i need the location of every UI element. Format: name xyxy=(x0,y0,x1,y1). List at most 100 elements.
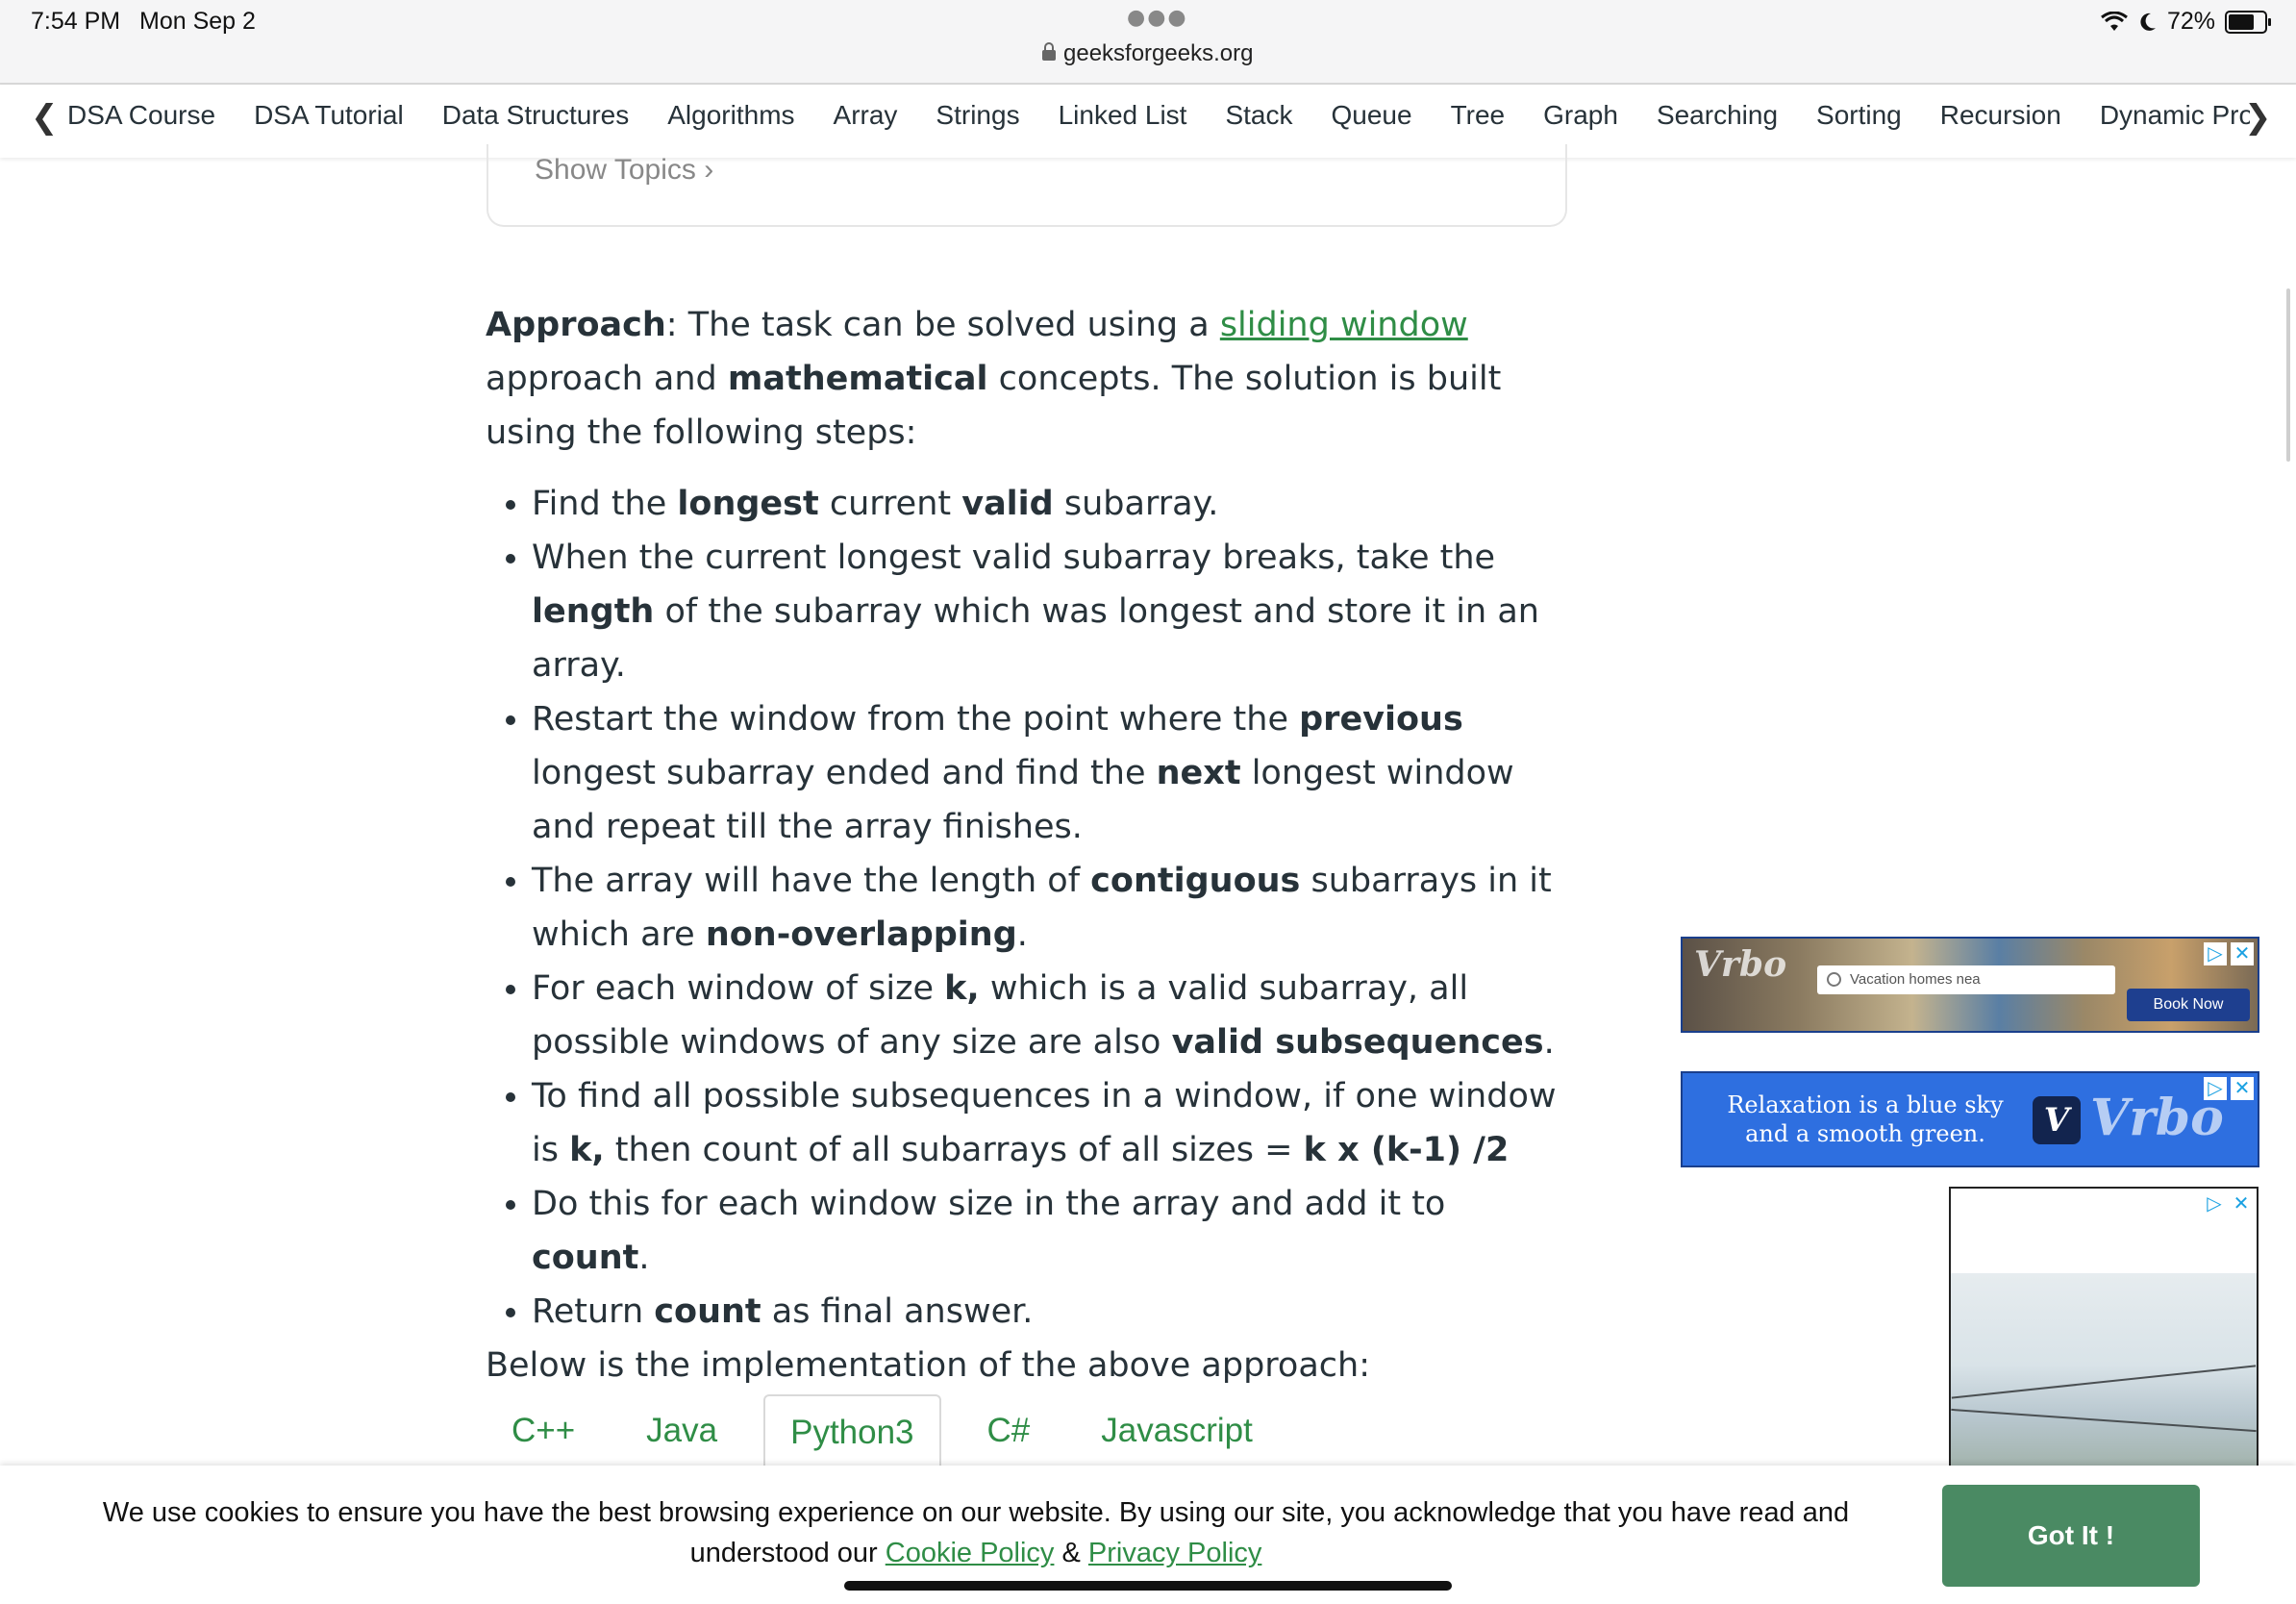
page-scrollbar[interactable] xyxy=(2286,288,2290,462)
step-text: longest subarray ended and find the xyxy=(532,754,1157,792)
tab-cpp[interactable]: C++ xyxy=(487,1394,600,1471)
ad-close-icon[interactable]: ✕ xyxy=(2231,942,2254,965)
step-item: Return count as final answer. xyxy=(532,1285,1572,1339)
nav-item[interactable]: Stack xyxy=(1225,100,1292,131)
tab-csharp[interactable]: C# xyxy=(962,1394,1056,1471)
step-text: of the subarray which was longest and st… xyxy=(532,592,1539,685)
status-date: Mon Sep 2 xyxy=(139,8,256,35)
vrbo-app-icon: V xyxy=(2033,1096,2081,1144)
step-bold: valid xyxy=(961,485,1054,523)
cookie-amp: & xyxy=(1054,1538,1088,1568)
nav-item[interactable]: Dynamic Program xyxy=(2100,100,2250,131)
ad-search-field[interactable]: Vacation homes nea xyxy=(1817,965,2115,994)
battery-icon xyxy=(2225,10,2271,34)
ad-slogan-line: and a smooth green. xyxy=(1745,1120,1985,1147)
step-item: The array will have the length of contig… xyxy=(532,854,1572,962)
wifi-icon xyxy=(2101,11,2128,31)
ad-slogan-line: Relaxation is a blue sky xyxy=(1727,1091,2004,1118)
step-text: Find the xyxy=(532,485,678,523)
step-bold: count xyxy=(654,1292,761,1331)
approach-bold: mathematical xyxy=(727,360,988,398)
step-item: Find the longest current valid subarray. xyxy=(532,477,1572,531)
ad-close-icon[interactable]: ✕ xyxy=(2230,1192,2253,1216)
vrbo-banner-ad[interactable]: Vrbo Vacation homes nea Book Now ▷ ✕ xyxy=(1681,937,2259,1033)
image-ad[interactable]: ▷ ✕ xyxy=(1949,1187,2259,1479)
below-text: Below is the implementation of the above… xyxy=(486,1346,1370,1385)
step-text: as final answer. xyxy=(761,1292,1034,1331)
step-text: then count of all subarrays of all sizes… xyxy=(604,1131,1304,1169)
nav-left-chevron-icon[interactable]: ❮ xyxy=(31,98,59,137)
tab-java[interactable]: Java xyxy=(621,1394,742,1471)
battery-percent: 72% xyxy=(2166,8,2215,35)
step-text: . xyxy=(638,1239,650,1277)
step-item: Do this for each window size in the arra… xyxy=(532,1177,1572,1285)
nav-item[interactable]: Recursion xyxy=(1940,100,2061,131)
step-bold: contiguous xyxy=(1090,862,1301,900)
home-indicator[interactable] xyxy=(844,1581,1452,1591)
step-bold: k x (k-1) /2 xyxy=(1303,1131,1510,1169)
step-bold: k, xyxy=(944,969,980,1008)
nav-item[interactable]: DSA Tutorial xyxy=(254,100,404,131)
article-body: Approach: The task can be solved using a… xyxy=(486,298,1572,1392)
step-text: Do this for each window size in the arra… xyxy=(532,1185,1446,1223)
tab-python3[interactable]: Python3 xyxy=(763,1394,941,1473)
nav-item[interactable]: Data Structures xyxy=(442,100,630,131)
nav-item[interactable]: DSA Course xyxy=(67,100,215,131)
step-item: For each window of size k, which is a va… xyxy=(532,962,1572,1069)
show-topics-label: Show Topics xyxy=(535,154,696,186)
step-item: When the current longest valid subarray … xyxy=(532,531,1572,692)
got-it-button[interactable]: Got It ! xyxy=(1942,1485,2200,1587)
nav-items: DSA Course DSA Tutorial Data Structures Alg… xyxy=(67,100,2250,131)
ad-choices-icon[interactable]: ▷ xyxy=(2204,942,2227,965)
chevron-right-icon: › xyxy=(704,154,714,186)
step-text: subarray. xyxy=(1053,485,1219,523)
nav-item[interactable]: Array xyxy=(834,100,898,131)
step-bold: k, xyxy=(569,1131,605,1169)
ad-slogan: Relaxation is a blue sky and a smooth gre… xyxy=(1721,1090,2009,1148)
step-text: . xyxy=(1016,915,1028,954)
ad-choices-icon[interactable]: ▷ xyxy=(2204,1077,2227,1100)
language-tabs: C++ Java Python3 C# Javascript xyxy=(487,1394,1299,1473)
step-item: To find all possible subsequences in a w… xyxy=(532,1069,1572,1177)
nav-item[interactable]: Tree xyxy=(1451,100,1506,131)
step-bold: non-overlapping xyxy=(705,915,1017,954)
battery-fill xyxy=(2229,13,2254,30)
step-bold: next xyxy=(1156,754,1241,792)
tab-javascript[interactable]: Javascript xyxy=(1076,1394,1278,1471)
approach-label: Approach xyxy=(486,306,666,344)
book-now-button[interactable]: Book Now xyxy=(2127,989,2250,1021)
vrbo-text-ad[interactable]: Relaxation is a blue sky and a smooth gre… xyxy=(1681,1071,2259,1167)
approach-text: approach and xyxy=(486,360,728,398)
nav-right-chevron-icon[interactable]: ❯ xyxy=(2244,98,2272,137)
nav-item[interactable]: Algorithms xyxy=(667,100,794,131)
more-dots-icon[interactable]: ●●● xyxy=(1127,6,1188,30)
step-text: The array will have the length of xyxy=(532,862,1091,900)
address-bar[interactable]: geeksforgeeks.org xyxy=(1042,40,1253,67)
lock-icon xyxy=(1042,42,1056,61)
nav-item[interactable]: Searching xyxy=(1657,100,1778,131)
step-text: Restart the window from the point where … xyxy=(532,700,1300,739)
nav-item[interactable]: Queue xyxy=(1331,100,1411,131)
step-item: Restart the window from the point where … xyxy=(532,692,1572,854)
ad-landscape-image xyxy=(1951,1273,2257,1477)
step-bold: length xyxy=(532,592,655,631)
cookie-policy-link[interactable]: Cookie Policy xyxy=(886,1538,1055,1568)
show-topics-link[interactable]: Show Topics › xyxy=(535,154,713,187)
ad-choices-icon[interactable]: ▷ xyxy=(2203,1192,2226,1216)
status-icons: 72% xyxy=(2100,8,2271,36)
step-bold: previous xyxy=(1299,700,1463,739)
moon-icon xyxy=(2140,13,2156,31)
nav-item[interactable]: Linked List xyxy=(1059,100,1187,131)
nav-item[interactable]: Strings xyxy=(936,100,1019,131)
sliding-window-link[interactable]: sliding window xyxy=(1220,306,1468,344)
privacy-policy-link[interactable]: Privacy Policy xyxy=(1088,1538,1262,1568)
nav-item[interactable]: Sorting xyxy=(1816,100,1902,131)
step-text: When the current longest valid subarray … xyxy=(532,539,1496,577)
ad-controls: ▷ ✕ xyxy=(2204,1077,2254,1100)
ad-controls: ▷ ✕ xyxy=(2203,1192,2253,1216)
step-text: current xyxy=(818,485,962,523)
approach-paragraph: Approach: The task can be solved using a… xyxy=(486,298,1572,460)
ad-close-icon[interactable]: ✕ xyxy=(2231,1077,2254,1100)
step-text: Return xyxy=(532,1292,655,1331)
nav-item[interactable]: Graph xyxy=(1543,100,1618,131)
